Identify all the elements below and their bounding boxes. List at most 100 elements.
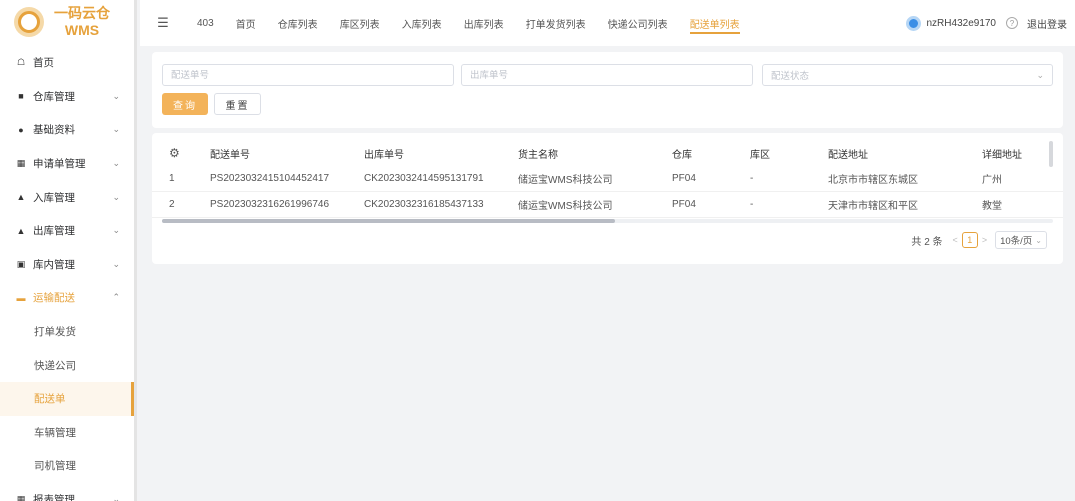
tab-print-ship-list[interactable]: 打单发货列表 [515,0,597,46]
inbound-icon: ▲ [16,192,26,203]
chevron-down-icon: ⌄ [112,191,120,202]
outbound-no-field[interactable] [461,64,753,86]
sidebar-item-label: 快递公司 [34,359,76,372]
pagination: 共 2 条 < 1 > 10条/页 ⌄ [911,231,1047,249]
query-button[interactable]: 查询 [162,93,208,115]
sidebar-item-label: 首页 [33,57,54,70]
sidebar-item-drivers[interactable]: 司机管理 [0,449,134,483]
sidebar: 一码云仓 WMS ☖ 首页 ■ 仓库管理 ⌄ ● 基础资料 ⌄ ▦ 申请单管理 … [0,0,137,501]
table-cell: CK2023032316185437133 [364,199,484,210]
delivery-no-field[interactable] [162,64,454,86]
chevron-down-icon: ⌄ [112,494,120,501]
menu-fold-icon[interactable]: ☰ [140,15,186,31]
table-cell: 2 [169,199,175,210]
sidebar-item-label: 报表管理 [33,494,75,501]
page-size-value: 10条/页 [1000,236,1033,247]
username[interactable]: nzRH432e9170 [927,18,997,29]
sidebar-item-delivery-order[interactable]: 配送单 [0,381,134,416]
table-row[interactable]: 2 PS2023032316261996746 CK20230323161854… [152,192,1063,218]
table-cell: 教堂 [982,201,1002,212]
tab-express-list[interactable]: 快递公司列表 [597,0,679,46]
table-cell: 广州 [982,175,1002,186]
table-cell: - [750,199,754,210]
chevron-up-icon: ⌃ [112,292,120,303]
table-cell: 北京市市辖区东城区 [828,175,918,186]
sidebar-item-transport[interactable]: ▬ 运输配送 ⌃ [0,281,134,315]
sidebar-item-express[interactable]: 快递公司 [0,348,134,382]
sidebar-item-label: 车辆管理 [34,426,76,439]
help-icon[interactable]: ? [1006,17,1018,29]
tab-bar: 403 首页 仓库列表 库区列表 入库列表 出库列表 打单发货列表 快递公司列表… [186,0,751,46]
tab-inbound-list[interactable]: 入库列表 [391,0,453,46]
horizontal-scrollbar[interactable] [162,219,1053,223]
logo[interactable]: 一码云仓 WMS [0,0,134,44]
sidebar-item-label: 库内管理 [33,258,75,271]
horizontal-scrollbar-thumb[interactable] [162,219,615,223]
table-cell: PF04 [672,199,696,210]
chevron-down-icon: ⌄ [112,225,120,236]
sidebar-item-inventory[interactable]: ▣ 库内管理 ⌄ [0,248,134,282]
sidebar-item-label: 司机管理 [34,460,76,473]
vertical-scrollbar[interactable] [1049,141,1053,167]
search-panel: 配送状态 ⌄ 查询 重置 [152,52,1063,128]
chevron-down-icon: ⌄ [112,90,120,101]
next-page-icon[interactable]: > [982,235,987,245]
sidebar-item-label: 基础资料 [33,124,75,137]
gear-icon[interactable]: ⚙ [169,146,180,160]
sidebar-item-label: 入库管理 [33,191,75,204]
tab-outbound-list[interactable]: 出库列表 [453,0,515,46]
tab-delivery-list[interactable]: 配送单列表 [679,0,751,46]
delivery-no-input[interactable] [171,69,453,81]
logout-link[interactable]: 退出登录 [1027,16,1067,31]
chevron-down-icon: ⌄ [112,258,120,269]
sidebar-item-print-ship[interactable]: 打单发货 [0,315,134,349]
inventory-icon: ▣ [16,258,26,269]
column-header: 货主名称 [518,149,558,161]
table-cell: CK2023032414595131791 [364,173,484,184]
status-select[interactable]: 配送状态 ⌄ [762,64,1053,86]
tab-home[interactable]: 首页 [225,0,267,46]
sidebar-menu: ☖ 首页 ■ 仓库管理 ⌄ ● 基础资料 ⌄ ▦ 申请单管理 ⌄ ▲ 入库管理 … [0,46,134,501]
outbound-no-input[interactable] [470,69,752,81]
sidebar-item-label: 打单发货 [34,326,76,339]
sidebar-item-warehouse[interactable]: ■ 仓库管理 ⌄ [0,80,134,114]
table-cell: - [750,173,754,184]
sidebar-item-home[interactable]: ☖ 首页 [0,46,134,80]
tab-warehouse-list[interactable]: 仓库列表 [267,0,329,46]
tab-403[interactable]: 403 [186,0,225,46]
column-header: 配送单号 [210,149,250,161]
avatar[interactable] [905,15,921,31]
warehouse-icon: ■ [18,91,24,102]
reset-button[interactable]: 重置 [214,93,261,115]
logo-line2: WMS [64,22,100,38]
sidebar-item-label: 出库管理 [33,225,75,238]
table-cell: 1 [169,173,175,184]
logo-line1: 一码云仓 [54,5,110,21]
truck-icon: ▬ [16,292,26,303]
table-cell: PS2023032316261996746 [210,199,330,210]
prev-page-icon[interactable]: < [953,235,958,245]
column-header: 仓库 [672,149,692,161]
sidebar-item-requisition[interactable]: ▦ 申请单管理 ⌄ [0,147,134,181]
tab-area-list[interactable]: 库区列表 [329,0,391,46]
page-number[interactable]: 1 [961,232,978,248]
chevron-down-icon: ⌄ [112,124,120,135]
sidebar-item-basic-data[interactable]: ● 基础资料 ⌄ [0,113,134,147]
sidebar-item-inbound[interactable]: ▲ 入库管理 ⌄ [0,180,134,214]
column-header: 配送地址 [828,149,868,161]
table-header: ⚙ 配送单号 出库单号 货主名称 仓库 库区 配送地址 详细地址 [152,141,1063,165]
table-cell: PF04 [672,173,696,184]
user-icon: ● [18,124,24,135]
logo-icon [14,7,44,37]
sidebar-item-vehicles[interactable]: 车辆管理 [0,416,134,450]
table-cell: 储运宝WMS科技公司 [518,201,613,212]
table-row[interactable]: 1 PS2023032415104452417 CK20230324145951… [152,166,1063,192]
topbar: ☰ 403 首页 仓库列表 库区列表 入库列表 出库列表 打单发货列表 快递公司… [140,0,1075,46]
chevron-down-icon: ⌄ [1036,69,1044,80]
page-size-select[interactable]: 10条/页 ⌄ [995,231,1047,249]
table-cell: 天津市市辖区和平区 [828,201,918,212]
sidebar-item-outbound[interactable]: ▲ 出库管理 ⌄ [0,214,134,248]
sidebar-item-reports[interactable]: ▦ 报表管理 ⌄ [0,483,134,501]
status-select-placeholder: 配送状态 [771,71,810,82]
total-count: 共 2 条 [911,236,943,248]
